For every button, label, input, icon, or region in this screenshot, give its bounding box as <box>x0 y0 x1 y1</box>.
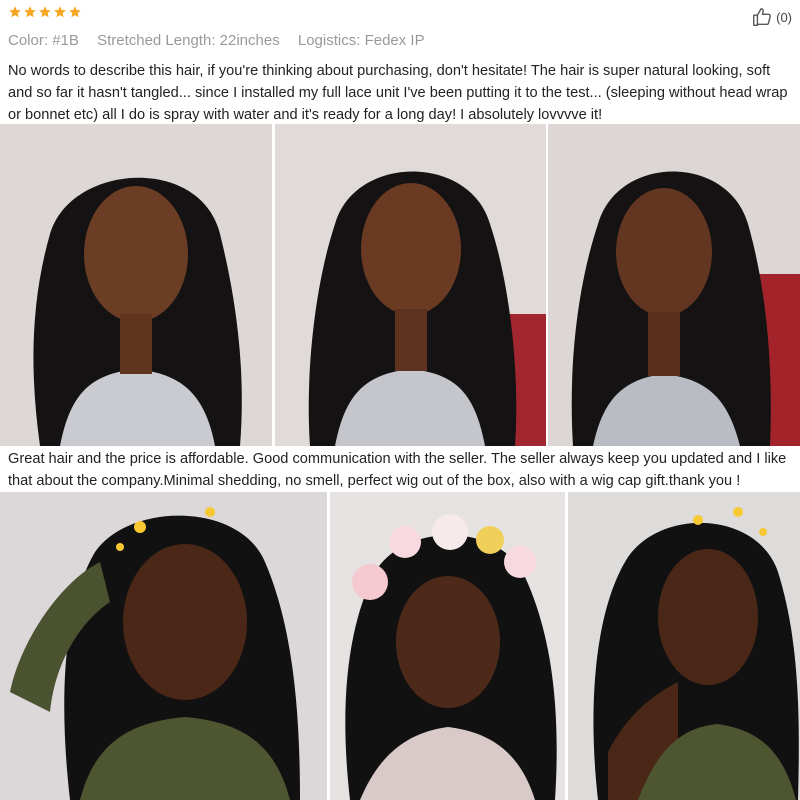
review-photo[interactable] <box>0 124 272 446</box>
star-icon <box>68 5 82 19</box>
thumbs-up-icon[interactable] <box>751 6 773 28</box>
star-icon <box>8 5 22 19</box>
meta-length-label: Stretched Length: <box>97 32 216 49</box>
meta-color-label: Color: <box>8 32 49 49</box>
star-rating <box>8 5 82 25</box>
meta-length-value: 22inches <box>219 32 280 49</box>
star-icon <box>53 5 67 19</box>
meta-color-value: #1B <box>52 32 79 49</box>
review-photo[interactable] <box>275 124 546 446</box>
review-photo[interactable] <box>0 492 327 800</box>
review-meta: Color: #1B Stretched Length: 22inches Lo… <box>8 32 439 49</box>
like-count: (0) <box>776 9 792 25</box>
review-comment-second: Great hair and the price is affordable. … <box>8 451 787 489</box>
review-header: Color: #1B Stretched Length: 22inches Lo… <box>0 0 800 58</box>
meta-logistics-value: Fedex IP <box>364 32 425 49</box>
review-photo[interactable] <box>330 492 565 800</box>
star-icon <box>38 5 52 19</box>
review-comment-first: No words to describe this hair, if you'r… <box>8 63 788 123</box>
star-icon <box>23 5 37 19</box>
review-photo[interactable] <box>568 492 800 800</box>
meta-logistics-label: Logistics: <box>297 32 361 49</box>
review-photo[interactable] <box>548 124 800 446</box>
like-button[interactable]: (0) <box>751 6 792 28</box>
